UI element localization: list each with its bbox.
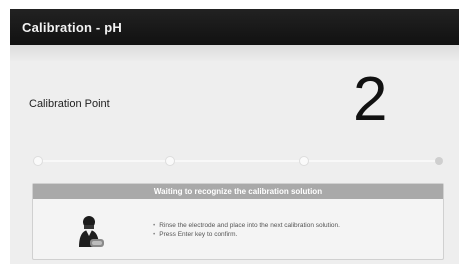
calibration-screen: Calibration - pH Calibration Point 2 Wai…: [10, 9, 459, 264]
progress-dot-2: [166, 157, 174, 165]
page-title: Calibration - pH: [22, 20, 122, 35]
title-bar: Calibration - pH: [10, 9, 459, 45]
instruction-list: Rinse the electrode and place into the n…: [153, 221, 340, 239]
operator-with-electrode-icon: [79, 216, 104, 247]
calibration-progress: [34, 157, 443, 165]
progress-dot-1: [34, 157, 42, 165]
progress-dot-4: [435, 157, 443, 165]
instruction-item: Press Enter key to confirm.: [153, 230, 340, 239]
status-heading: Waiting to recognize the calibration sol…: [33, 184, 443, 199]
calibration-point-label: Calibration Point: [29, 98, 110, 110]
calibration-point-number: 2: [353, 65, 388, 134]
instruction-item: Rinse the electrode and place into the n…: [153, 221, 340, 230]
subheader-bar: [10, 45, 459, 61]
status-panel: Waiting to recognize the calibration sol…: [32, 183, 444, 260]
progress-dot-3: [300, 157, 308, 165]
progress-track: [34, 160, 443, 162]
